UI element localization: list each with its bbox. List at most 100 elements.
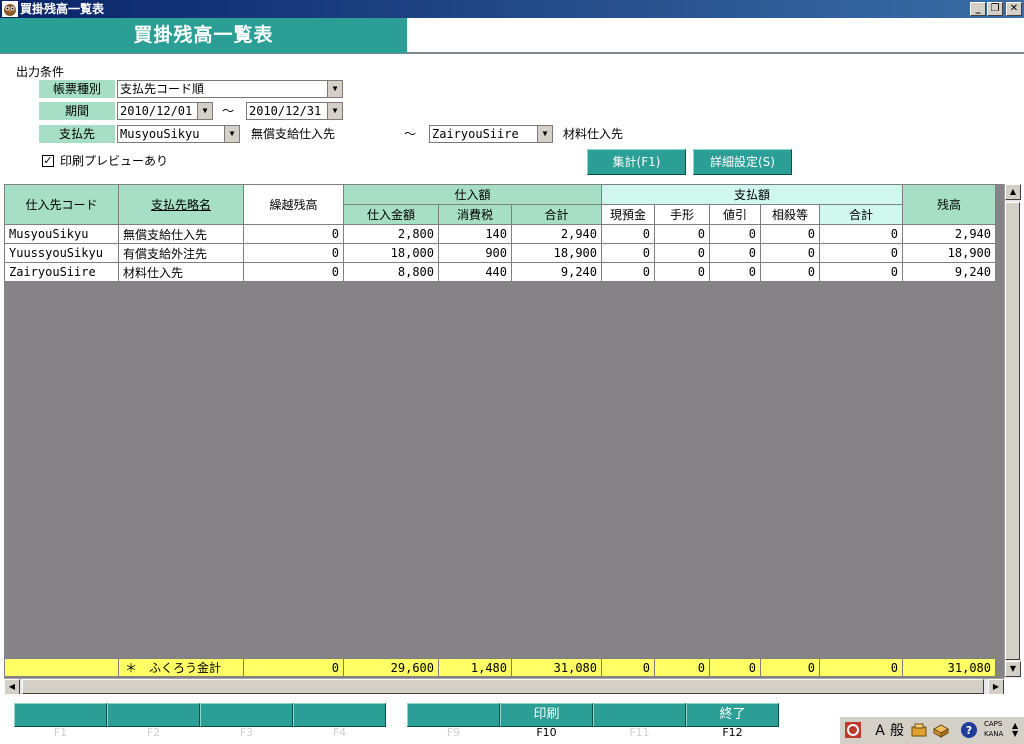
table-row[interactable]: ZairyouSiire 材料仕入先 0 8,800 440 9,240 0 0… — [4, 262, 996, 282]
cell-purchase-total[interactable]: 9,240 — [511, 262, 602, 282]
print-preview-checkbox[interactable]: ✓ — [42, 155, 54, 167]
ime-logo-icon[interactable] — [844, 721, 862, 739]
detail-settings-button[interactable]: 詳細設定(S) — [693, 149, 792, 175]
fkey-f4-button[interactable] — [293, 703, 386, 727]
cell-amount[interactable]: 18,000 — [343, 243, 439, 263]
chevron-down-icon[interactable]: ▼ — [327, 103, 342, 119]
cell-amount[interactable]: 2,800 — [343, 224, 439, 244]
cell-cash[interactable]: 0 — [601, 243, 655, 263]
total-cash: 0 — [601, 658, 655, 677]
header-code[interactable]: 仕入先コード — [4, 184, 119, 225]
help-icon[interactable]: ? — [960, 721, 978, 739]
table-row[interactable]: MusyouSikyu 無償支給仕入先 0 2,800 140 2,940 0 … — [4, 224, 996, 244]
header-short-name[interactable]: 支払先略名 — [118, 184, 244, 225]
header-purchase-amount[interactable]: 仕入金額 — [343, 204, 439, 225]
cell-balance[interactable]: 18,900 — [902, 243, 996, 263]
cell-bill[interactable]: 0 — [654, 224, 710, 244]
header-offset[interactable]: 相殺等 — [760, 204, 820, 225]
horizontal-scrollbar[interactable]: ◀ ▶ — [4, 678, 1004, 695]
fkey-f3-button[interactable] — [200, 703, 293, 727]
cell-offset[interactable]: 0 — [760, 224, 820, 244]
cell-payment-total[interactable]: 0 — [819, 262, 903, 282]
print-button[interactable]: 印刷 — [500, 703, 593, 727]
cell-cash[interactable]: 0 — [601, 262, 655, 282]
horizontal-scroll-thumb[interactable] — [22, 679, 984, 694]
cell-cash[interactable]: 0 — [601, 224, 655, 244]
scroll-down-icon[interactable]: ▼ — [1005, 661, 1021, 677]
cell-discount[interactable]: 0 — [709, 224, 761, 244]
cell-discount[interactable]: 0 — [709, 262, 761, 282]
chevron-down-icon[interactable]: ▼ — [537, 126, 552, 142]
fkey-f9-button[interactable] — [407, 703, 500, 727]
close-button[interactable]: ✕ — [1006, 2, 1022, 16]
period-to-select[interactable]: 2010/12/31 ▼ — [246, 102, 343, 120]
cell-tax[interactable]: 440 — [438, 262, 512, 282]
cell-carry[interactable]: 0 — [243, 243, 344, 263]
header-tax[interactable]: 消費税 — [438, 204, 512, 225]
period-from-value: 2010/12/01 — [120, 104, 193, 118]
header-bill[interactable]: 手形 — [654, 204, 710, 225]
header-purchase-total[interactable]: 合計 — [511, 204, 602, 225]
total-tax: 1,480 — [438, 658, 512, 677]
vertical-scroll-thumb[interactable] — [1005, 202, 1020, 660]
fkey-f1-button[interactable] — [14, 703, 107, 727]
cell-code[interactable]: YuussyouSikyu — [4, 243, 119, 263]
payee-from-code: MusyouSikyu — [120, 127, 200, 141]
cell-amount[interactable]: 8,800 — [343, 262, 439, 282]
header-cash[interactable]: 現預金 — [601, 204, 655, 225]
ime-input-mode[interactable]: A — [872, 721, 888, 741]
ime-toolbar[interactable]: A 般 ? CAPS KANA ▲ ▼ — [840, 716, 1024, 744]
header-discount[interactable]: 値引 — [709, 204, 761, 225]
cell-offset[interactable]: 0 — [760, 262, 820, 282]
cell-offset[interactable]: 0 — [760, 243, 820, 263]
cell-tax[interactable]: 140 — [438, 224, 512, 244]
payee-to-select[interactable]: ZairyouSiire ▼ — [429, 125, 553, 143]
window-title-bar[interactable]: 買掛残高一覧表 _ ❐ ✕ — [0, 0, 1024, 18]
cell-code[interactable]: MusyouSikyu — [4, 224, 119, 244]
ime-options-icon[interactable]: ▲ ▼ — [1012, 722, 1018, 738]
ime-conversion-mode[interactable]: 般 — [888, 721, 906, 741]
cell-code[interactable]: ZairyouSiire — [4, 262, 119, 282]
report-type-select[interactable]: 支払先コード順 ▼ — [117, 80, 343, 98]
fkey-f11-button[interactable] — [593, 703, 686, 727]
chevron-down-icon[interactable]: ▼ — [224, 126, 239, 142]
chevron-down-icon[interactable]: ▼ — [327, 81, 342, 97]
fkey-f10-caption: F10 — [536, 726, 557, 739]
cell-bill[interactable]: 0 — [654, 243, 710, 263]
cell-purchase-total[interactable]: 18,900 — [511, 243, 602, 263]
ime-tool-icon[interactable] — [910, 721, 928, 739]
fkey-f2-button[interactable] — [107, 703, 200, 727]
exit-button[interactable]: 終了 — [686, 703, 779, 727]
cell-balance[interactable]: 9,240 — [902, 262, 996, 282]
cell-carry[interactable]: 0 — [243, 262, 344, 282]
restore-button[interactable]: ❐ — [987, 2, 1003, 16]
table-row[interactable]: YuussyouSikyu 有償支給外注先 0 18,000 900 18,90… — [4, 243, 996, 263]
cell-carry[interactable]: 0 — [243, 224, 344, 244]
scroll-left-icon[interactable]: ◀ — [4, 679, 20, 695]
ime-dictionary-icon[interactable] — [932, 721, 950, 739]
payee-from-select[interactable]: MusyouSikyu ▼ — [117, 125, 240, 143]
cell-name[interactable]: 無償支給仕入先 — [118, 224, 244, 244]
cell-purchase-total[interactable]: 2,940 — [511, 224, 602, 244]
header-payment-total[interactable]: 合計 — [819, 204, 903, 225]
scroll-right-icon[interactable]: ▶ — [988, 679, 1004, 695]
vertical-scrollbar[interactable]: ▲ ▼ — [1004, 184, 1021, 678]
aggregate-button[interactable]: 集計(F1) — [587, 149, 686, 175]
cell-name[interactable]: 材料仕入先 — [118, 262, 244, 282]
chevron-down-icon[interactable]: ▼ — [197, 103, 212, 119]
scroll-up-icon[interactable]: ▲ — [1005, 184, 1021, 200]
fkey-f9-caption: F9 — [446, 726, 461, 739]
payee-to-code: ZairyouSiire — [432, 127, 519, 141]
header-carry-over[interactable]: 繰越残高 — [243, 184, 344, 225]
minimize-button[interactable]: _ — [970, 2, 986, 16]
cell-payment-total[interactable]: 0 — [819, 224, 903, 244]
cell-tax[interactable]: 900 — [438, 243, 512, 263]
period-from-select[interactable]: 2010/12/01 ▼ — [117, 102, 213, 120]
cell-discount[interactable]: 0 — [709, 243, 761, 263]
header-balance[interactable]: 残高 — [902, 184, 996, 225]
cell-payment-total[interactable]: 0 — [819, 243, 903, 263]
cell-balance[interactable]: 2,940 — [902, 224, 996, 244]
cell-bill[interactable]: 0 — [654, 262, 710, 282]
cell-name[interactable]: 有償支給外注先 — [118, 243, 244, 263]
totals-label: ＊ ふくろう金計 — [118, 658, 244, 677]
